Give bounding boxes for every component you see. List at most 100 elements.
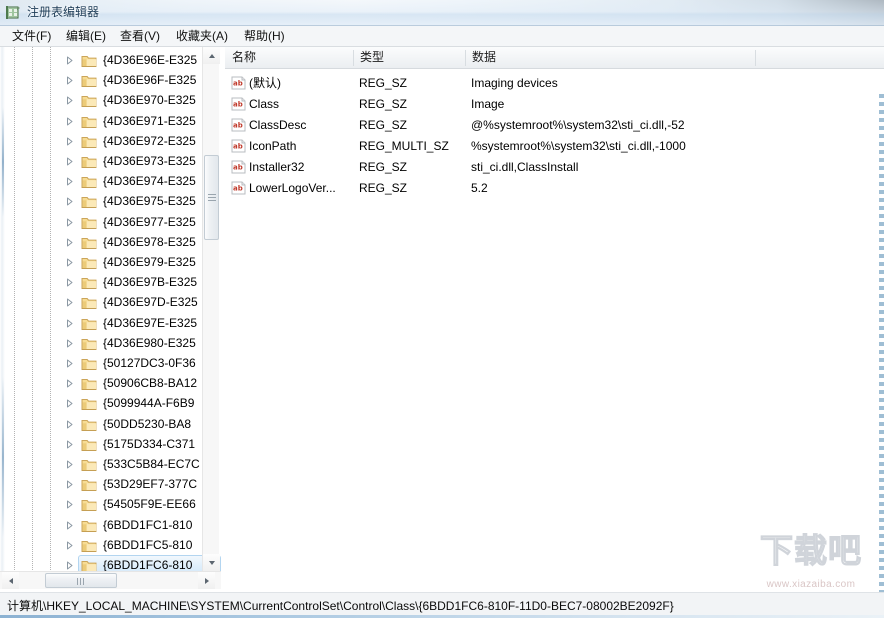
horizontal-scroll-thumb[interactable] <box>45 573 117 588</box>
registry-editor-icon <box>5 4 22 21</box>
value-data: 5.2 <box>471 180 871 197</box>
expand-arrow-icon[interactable] <box>64 499 75 510</box>
value-data: @%systemroot%\system32\sti_ci.dll,-52 <box>471 117 871 134</box>
tree-item-label: {4D36E974-E325 <box>103 173 196 190</box>
tree-item-label: {5175D334-C371 <box>103 436 195 453</box>
scroll-left-button[interactable] <box>2 572 19 589</box>
folder-icon <box>81 215 98 230</box>
string-value-icon: ab <box>231 181 246 195</box>
folder-icon <box>81 93 98 108</box>
tree-guideline <box>32 47 33 571</box>
value-type: REG_SZ <box>359 117 469 134</box>
expand-arrow-icon[interactable] <box>64 237 75 248</box>
tree-item-label: {4D36E97E-E325 <box>103 315 197 332</box>
svg-text:ab: ab <box>233 185 243 193</box>
folder-icon <box>81 316 98 331</box>
folder-icon <box>81 518 98 533</box>
tree-item-label: {6BDD1FC5-810 <box>103 537 192 554</box>
expand-arrow-icon[interactable] <box>64 338 75 349</box>
value-row[interactable]: abInstaller32REG_SZsti_ci.dll,ClassInsta… <box>225 157 884 178</box>
menu-help[interactable]: 帮助(H) <box>240 28 289 45</box>
scroll-right-button[interactable] <box>198 572 215 589</box>
menu-favorites[interactable]: 收藏夹(A) <box>172 28 232 45</box>
value-data: Imaging devices <box>471 75 871 92</box>
column-header-data[interactable]: 数据 <box>465 47 496 68</box>
expand-arrow-icon[interactable] <box>64 297 75 308</box>
expand-arrow-icon[interactable] <box>64 540 75 551</box>
value-row[interactable]: abIconPathREG_MULTI_SZ%systemroot%\syste… <box>225 136 884 157</box>
menu-edit[interactable]: 编辑(E) <box>62 28 110 45</box>
menu-bar: 文件(F) 编辑(E) 查看(V) 收藏夹(A) 帮助(H) <box>0 26 884 47</box>
tree-item-label: {4D36E97B-E325 <box>103 274 197 291</box>
scroll-up-button[interactable] <box>203 47 220 64</box>
expand-arrow-icon[interactable] <box>64 95 75 106</box>
tree-guideline <box>50 47 51 571</box>
tree-item-label: {4D36E977-E325 <box>103 214 196 231</box>
expand-arrow-icon[interactable] <box>64 378 75 389</box>
tree-horizontal-scrollbar[interactable] <box>0 571 221 589</box>
folder-icon <box>81 437 98 452</box>
chevron-left-icon <box>9 578 13 584</box>
tree-item-label: {4D36E971-E325 <box>103 113 196 130</box>
registry-values-list[interactable]: 名称 类型 数据 ab(默认)REG_SZImaging devicesabCl… <box>225 47 884 592</box>
chevron-down-icon <box>209 561 215 565</box>
expand-arrow-icon[interactable] <box>64 217 75 228</box>
string-value-icon: ab <box>231 139 246 153</box>
menu-view[interactable]: 查看(V) <box>116 28 164 45</box>
value-name: Installer32 <box>249 159 354 176</box>
expand-arrow-icon[interactable] <box>64 318 75 329</box>
client-area: {4D36E96E-E325{4D36E96F-E325{4D36E970-E3… <box>0 47 884 592</box>
folder-icon <box>81 174 98 189</box>
value-row[interactable]: ab(默认)REG_SZImaging devices <box>225 73 884 94</box>
tree-vertical-scrollbar[interactable] <box>202 47 219 571</box>
expand-arrow-icon[interactable] <box>64 479 75 490</box>
column-header-type[interactable]: 类型 <box>353 47 384 68</box>
tree-item-label: {4D36E96F-E325 <box>103 72 196 89</box>
tree-item-label: {5099944A-F6B9 <box>103 395 194 412</box>
tree-item-label: {4D36E973-E325 <box>103 153 196 170</box>
value-row[interactable]: abClassDescREG_SZ@%systemroot%\system32\… <box>225 115 884 136</box>
column-divider[interactable] <box>755 50 756 66</box>
folder-icon <box>81 376 98 391</box>
scroll-down-button[interactable] <box>203 554 220 571</box>
expand-arrow-icon[interactable] <box>64 459 75 470</box>
folder-icon <box>81 417 98 432</box>
value-type: REG_SZ <box>359 159 469 176</box>
tree-left-edge <box>0 47 5 571</box>
column-header-name[interactable]: 名称 <box>225 47 256 68</box>
string-value-icon: ab <box>231 97 246 111</box>
expand-arrow-icon[interactable] <box>64 176 75 187</box>
expand-arrow-icon[interactable] <box>64 136 75 147</box>
expand-arrow-icon[interactable] <box>64 116 75 127</box>
tree-item-label: {6BDD1FC1-810 <box>103 517 192 534</box>
expand-arrow-icon[interactable] <box>64 560 75 571</box>
expand-arrow-icon[interactable] <box>64 257 75 268</box>
tree-item[interactable]: {6BDD1FC6-810 <box>58 554 221 571</box>
expand-arrow-icon[interactable] <box>64 55 75 66</box>
value-row[interactable]: abClassREG_SZImage <box>225 94 884 115</box>
expand-arrow-icon[interactable] <box>64 196 75 207</box>
registry-key-tree[interactable]: {4D36E96E-E325{4D36E96F-E325{4D36E970-E3… <box>0 47 221 571</box>
expand-arrow-icon[interactable] <box>64 358 75 369</box>
folder-icon <box>81 73 98 88</box>
expand-arrow-icon[interactable] <box>64 419 75 430</box>
folder-icon <box>81 477 98 492</box>
value-row[interactable]: abLowerLogoVer...REG_SZ5.2 <box>225 178 884 199</box>
expand-arrow-icon[interactable] <box>64 520 75 531</box>
registry-editor-window: 注册表编辑器 文件(F) 编辑(E) 查看(V) 收藏夹(A) 帮助(H) {4… <box>0 0 884 618</box>
expand-arrow-icon[interactable] <box>64 277 75 288</box>
expand-arrow-icon[interactable] <box>64 398 75 409</box>
value-type: REG_MULTI_SZ <box>359 138 469 155</box>
tree-item-label: {4D36E978-E325 <box>103 234 196 251</box>
string-value-icon: ab <box>231 76 246 90</box>
vertical-scroll-thumb[interactable] <box>204 155 219 240</box>
menu-file[interactable]: 文件(F) <box>8 28 55 45</box>
svg-text:ab: ab <box>233 122 243 130</box>
expand-arrow-icon[interactable] <box>64 75 75 86</box>
expand-arrow-icon[interactable] <box>64 156 75 167</box>
value-name: IconPath <box>249 138 354 155</box>
value-name: (默认) <box>249 75 354 92</box>
value-name: LowerLogoVer... <box>249 180 354 197</box>
expand-arrow-icon[interactable] <box>64 439 75 450</box>
tree-item-label: {4D36E970-E325 <box>103 92 196 109</box>
